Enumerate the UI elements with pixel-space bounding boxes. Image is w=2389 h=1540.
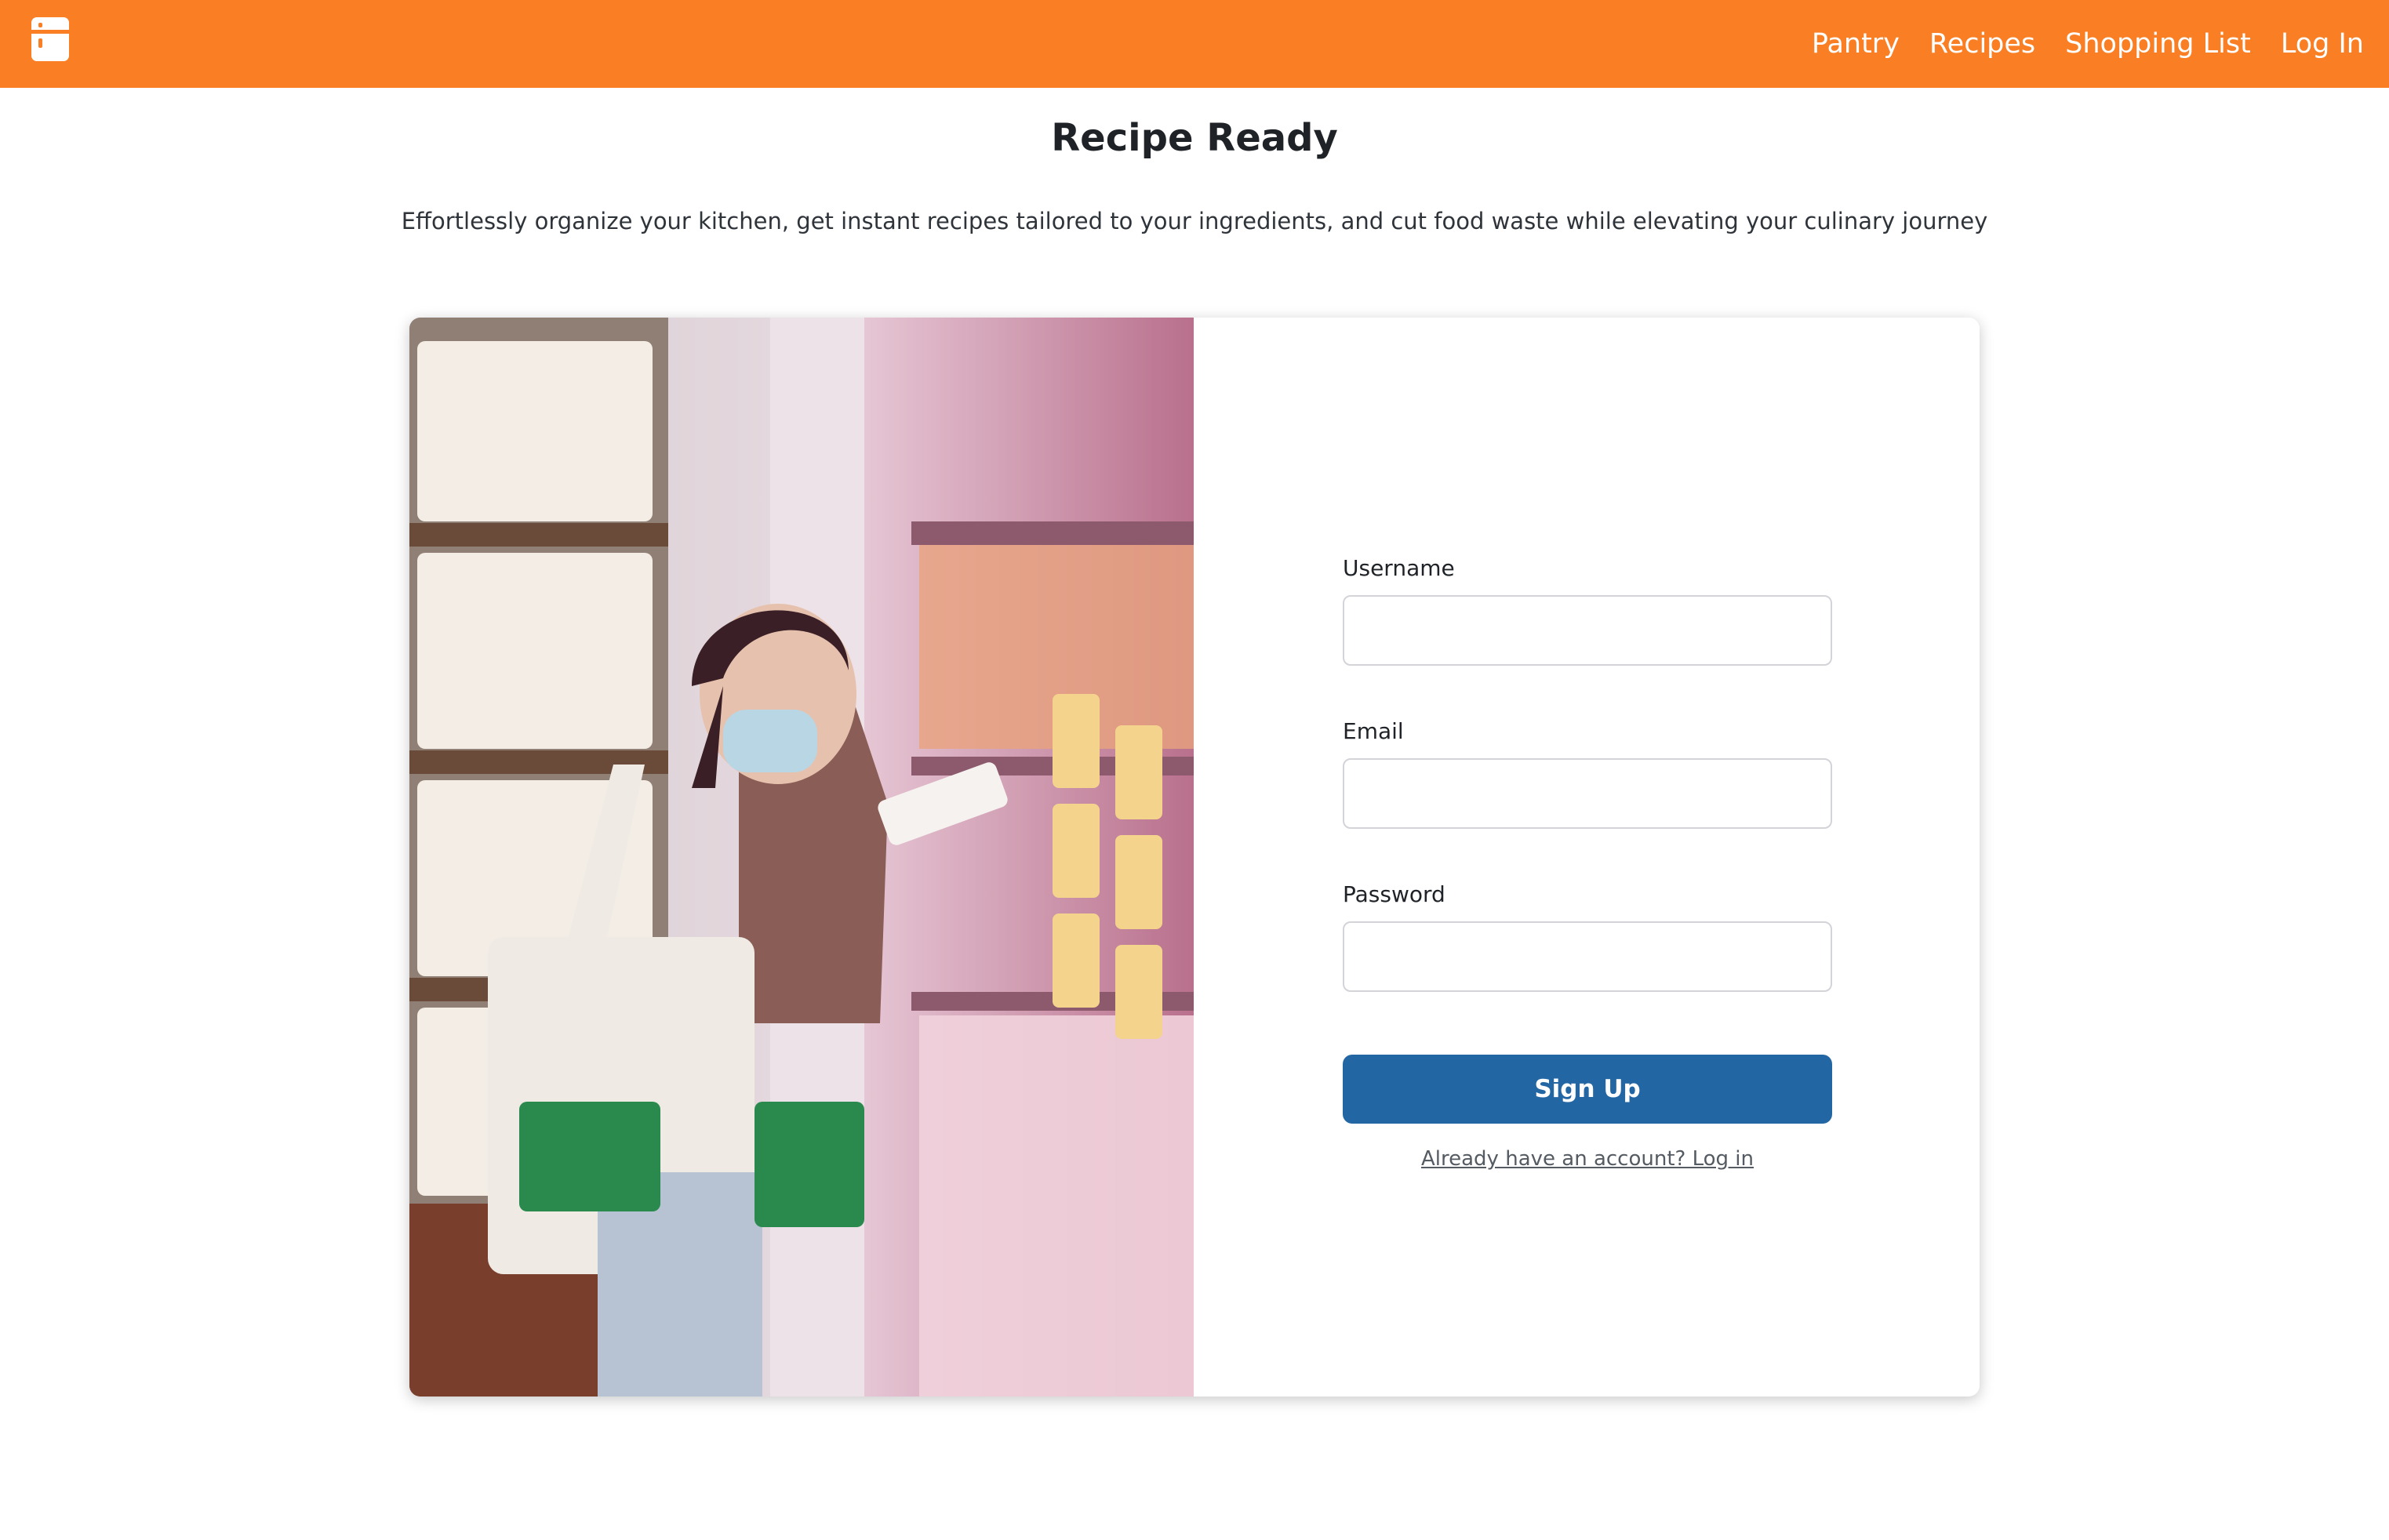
nav-link-recipes[interactable]: Recipes: [1929, 30, 2035, 58]
grocery-shopper-photo: [409, 318, 1194, 1397]
tagline: Effortlessly organize your kitchen, get …: [401, 208, 1988, 234]
signup-form: Username Email Password Sign Up Already …: [1343, 553, 1832, 1171]
password-field: Password: [1343, 879, 1832, 992]
username-label: Username: [1343, 555, 1455, 581]
nav-link-log-in[interactable]: Log In: [2281, 30, 2364, 58]
email-label: Email: [1343, 718, 1404, 744]
sign-up-button[interactable]: Sign Up: [1343, 1055, 1832, 1124]
username-field: Username: [1343, 553, 1832, 666]
password-label: Password: [1343, 881, 1445, 907]
email-field: Email: [1343, 716, 1832, 829]
top-navbar: Pantry Recipes Shopping List Log In: [0, 0, 2389, 88]
nav-link-shopping-list[interactable]: Shopping List: [2065, 30, 2251, 58]
email-input[interactable]: [1343, 758, 1832, 829]
password-input[interactable]: [1343, 921, 1832, 992]
grocery-shopper-illustration: [409, 318, 1194, 1397]
nav-links: Pantry Recipes Shopping List Log In: [1812, 0, 2364, 88]
nav-link-pantry[interactable]: Pantry: [1812, 30, 1900, 58]
login-link[interactable]: Already have an account? Log in: [1343, 1147, 1832, 1171]
username-input[interactable]: [1343, 595, 1832, 666]
signup-card: Username Email Password Sign Up Already …: [409, 318, 1980, 1397]
page-title: Recipe Ready: [1051, 116, 1338, 160]
fridge-icon[interactable]: [31, 17, 69, 61]
